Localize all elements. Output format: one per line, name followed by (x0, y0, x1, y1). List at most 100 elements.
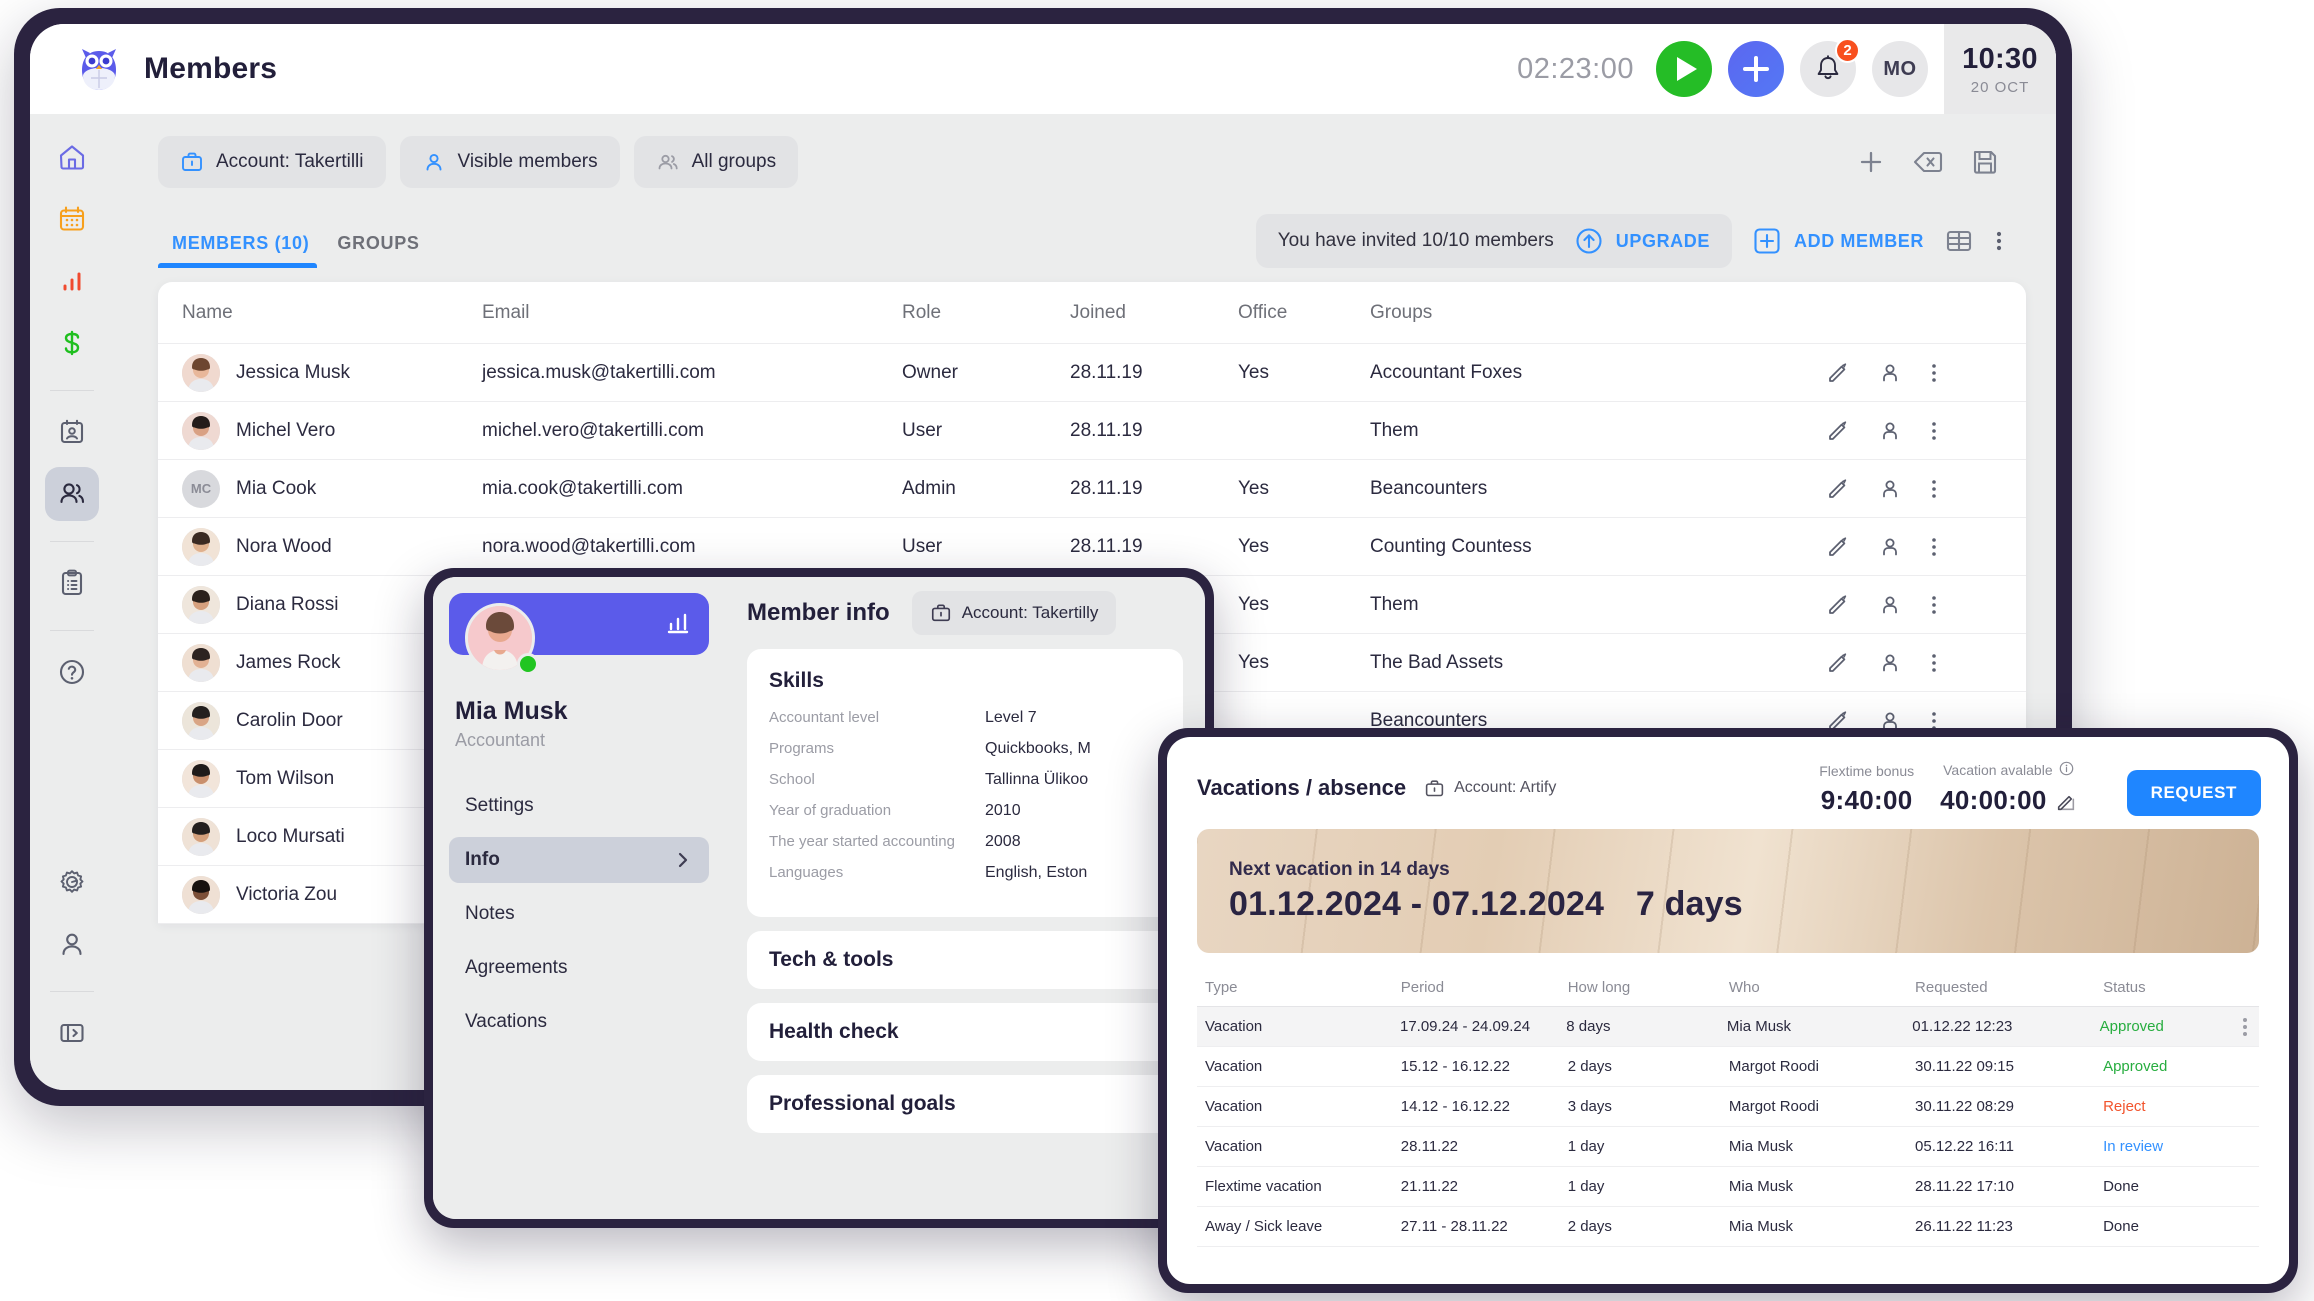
play-timer-button[interactable] (1656, 41, 1712, 97)
sidebar-toggle-panel[interactable] (45, 1006, 99, 1060)
member-menu-notes[interactable]: Notes (449, 891, 709, 937)
filter-chip-all-groups[interactable]: All groups (633, 136, 799, 188)
vacation-row[interactable]: Vacation 28.11.22 1 day Mia Musk 05.12.2… (1197, 1127, 2259, 1167)
sidebar-item-members[interactable] (45, 467, 99, 521)
panel-toggle-icon (60, 1023, 84, 1043)
section-card[interactable]: Tech & tools (747, 931, 1183, 989)
avatar (182, 585, 220, 624)
vacation-row[interactable]: Vacation 14.12 - 16.12.22 3 days Margot … (1197, 1087, 2259, 1127)
tab-groups[interactable]: GROUPS (323, 233, 433, 268)
table-row[interactable]: Michel Vero michel.vero@takertilli.com U… (158, 402, 2026, 460)
member-name: Michel Vero (236, 419, 336, 441)
pencil-icon[interactable] (1826, 651, 1850, 675)
member-name: Victoria Zou (236, 883, 338, 905)
vacation-row[interactable]: Vacation 15.12 - 16.12.22 2 days Margot … (1197, 1047, 2259, 1087)
pencil-icon[interactable] (1826, 477, 1850, 501)
person-icon[interactable] (1878, 593, 1902, 617)
more-vertical-icon[interactable] (1930, 535, 1938, 559)
status-badge: Approved (2099, 1018, 2164, 1035)
gear-icon (60, 870, 84, 893)
dollar-icon (64, 330, 80, 356)
cell-type: Flextime vacation (1205, 1178, 1322, 1195)
sidebar-item-settings[interactable] (45, 855, 99, 909)
section-card[interactable]: Health check (747, 1003, 1183, 1061)
cell-groups: Counting Countess (1370, 535, 1532, 557)
table-grid-icon[interactable] (1944, 226, 1974, 256)
tab-members[interactable]: MEMBERS (10) (158, 233, 323, 268)
table-row[interactable]: MC Mia Cook mia.cook@takertilli.com Admi… (158, 460, 2026, 518)
vacation-row[interactable]: Away / Sick leave 27.11 - 28.11.22 2 day… (1197, 1207, 2259, 1247)
table-row[interactable]: Jessica Musk jessica.musk@takertilli.com… (158, 344, 2026, 402)
pencil-icon[interactable] (1826, 419, 1850, 443)
bell-icon (1817, 55, 1839, 80)
more-vertical-icon[interactable] (1930, 651, 1938, 675)
sidebar-item-reports[interactable] (45, 254, 99, 308)
member-menu-settings[interactable]: Settings (449, 783, 709, 829)
notifications-button[interactable]: 2 (1800, 38, 1860, 97)
cell-type: Vacation (1205, 1058, 1263, 1075)
upgrade-button[interactable]: UPGRADE (1574, 226, 1710, 256)
pencil-icon[interactable] (1826, 593, 1850, 617)
sidebar-item-calendar[interactable] (45, 192, 99, 246)
member-menu-vacations[interactable]: Vacations (449, 999, 709, 1045)
section-card-label: Tech & tools (769, 948, 894, 971)
skill-value: Level 7 (985, 709, 1037, 726)
more-vertical-icon[interactable] (1930, 361, 1938, 385)
sidebar-item-tasks[interactable] (45, 556, 99, 610)
more-vertical-icon[interactable] (1930, 477, 1938, 501)
row-actions (1826, 535, 2026, 559)
cell-period: 21.11.22 (1400, 1178, 1459, 1195)
person-icon[interactable] (1878, 651, 1902, 675)
sidebar-divider-2 (50, 541, 94, 542)
cell-period: 14.12 - 16.12.22 (1400, 1098, 1510, 1115)
vacation-row[interactable]: Vacation 17.09.24 - 24.09.24 8 days Mia … (1197, 1007, 2259, 1047)
more-vertical-icon[interactable] (1994, 226, 2004, 256)
info-circle-icon[interactable] (2059, 761, 2074, 779)
person-icon[interactable] (1878, 419, 1902, 443)
section-card-label: Health check (769, 1020, 899, 1043)
sidebar-item-contacts[interactable] (45, 405, 99, 459)
person-icon[interactable] (1878, 361, 1902, 385)
row-actions (1826, 361, 2026, 385)
cell-office: Yes (1238, 361, 1269, 383)
sidebar-item-profile[interactable] (45, 917, 99, 971)
pencil-square-icon[interactable] (2055, 791, 2077, 813)
person-icon[interactable] (1878, 535, 1902, 559)
vacations-account[interactable]: Account: Artify (1424, 778, 1556, 799)
delete-backspace-icon[interactable] (1912, 147, 1944, 177)
person-icon[interactable] (1878, 477, 1902, 501)
sidebar-item-finance[interactable] (45, 316, 99, 370)
status-badge: Reject (2103, 1098, 2146, 1115)
add-member-button[interactable]: ADD MEMBER (1752, 226, 1924, 256)
section-card[interactable]: Professional goals (747, 1075, 1183, 1133)
sidebar-item-home[interactable] (45, 130, 99, 184)
user-avatar-button[interactable]: MO (1872, 41, 1928, 97)
member-menu-info[interactable]: Info (449, 837, 709, 883)
more-vertical-icon[interactable] (1930, 419, 1938, 443)
pencil-icon[interactable] (1826, 535, 1850, 559)
tab-members-label: MEMBERS (10) (172, 233, 310, 253)
cell-email: nora.wood@takertilli.com (482, 535, 696, 557)
sidebar-item-help[interactable] (45, 645, 99, 699)
filter-chip-visible-members[interactable]: Visible members (399, 136, 620, 188)
plus-icon[interactable] (1856, 147, 1886, 177)
vac-column-period: Period (1400, 979, 1445, 996)
member-panel-body: Member info Account: Takertilly Skills A… (725, 577, 1205, 1219)
save-floppy-icon[interactable] (1970, 147, 2000, 177)
more-vertical-icon[interactable] (2243, 1017, 2248, 1036)
member-account-chip[interactable]: Account: Takertilly (911, 591, 1117, 635)
skill-key: Year of graduation (769, 802, 892, 819)
cell-who: Margot Roodi (1728, 1058, 1819, 1075)
member-menu-agreements[interactable]: Agreements (449, 945, 709, 991)
vacation-row[interactable]: Flextime vacation 21.11.22 1 day Mia Mus… (1197, 1167, 2259, 1207)
bar-chart-icon[interactable] (665, 610, 691, 641)
quick-add-button[interactable] (1728, 41, 1784, 97)
request-button[interactable]: REQUEST (2126, 769, 2261, 816)
cell-who: Mia Musk (1726, 1018, 1792, 1035)
filter-chip-account[interactable]: Account: Takertilli (158, 136, 386, 188)
vac-column-type: Type (1205, 979, 1238, 996)
member-account-chip-label: Account: Takertilly (961, 603, 1099, 622)
more-vertical-icon[interactable] (1930, 593, 1938, 617)
pencil-icon[interactable] (1826, 361, 1850, 385)
skills-list: Accountant level Level 7 Programs Quickbo… (769, 709, 1161, 882)
